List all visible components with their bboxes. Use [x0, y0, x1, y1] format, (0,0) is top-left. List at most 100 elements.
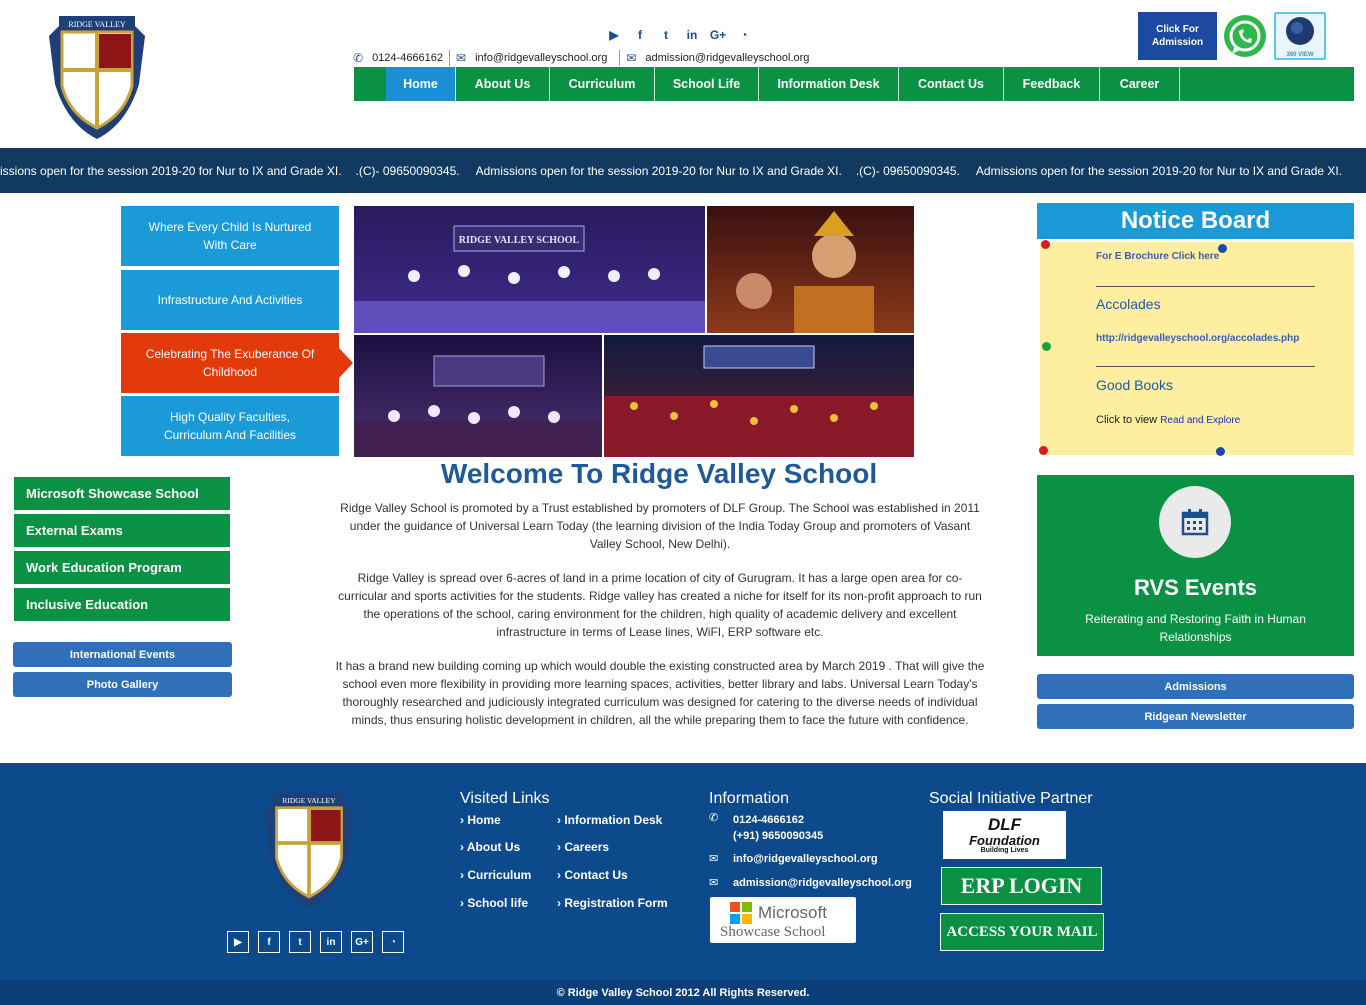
- accolades-link[interactable]: http://ridgevalleyschool.org/accolades.p…: [1096, 333, 1299, 344]
- link-label: Home: [467, 813, 501, 827]
- slider-tab-label: Celebrating The Exuberance Of Childhood: [145, 347, 315, 379]
- linkedin-icon[interactable]: in: [320, 931, 342, 953]
- header-email-info[interactable]: info@ridgevalleyschool.org: [475, 52, 607, 64]
- marquee-text: Admissions open for the session 2019-20 …: [975, 163, 1343, 178]
- footer-phone: 0124-4666162: [733, 814, 804, 826]
- linkedin-icon[interactable]: in: [680, 28, 704, 42]
- slider-tab-faculties[interactable]: High Quality Faculties, Curriculum And F…: [121, 396, 339, 456]
- school-logo[interactable]: RIDGE VALLEY: [47, 14, 147, 141]
- nav-label: Feedback: [1022, 77, 1081, 91]
- link-label: About Us: [466, 840, 521, 854]
- erp-login-label: ERP LOGIN: [960, 873, 1083, 898]
- nav-feedback[interactable]: Feedback: [1004, 67, 1100, 101]
- nav-information-desk[interactable]: Information Desk: [759, 67, 899, 101]
- footer-logo: RIDGE VALLEY: [264, 792, 354, 908]
- international-events-button[interactable]: International Events: [13, 642, 232, 667]
- pin-icon: [1039, 446, 1048, 455]
- footer-link-school-life[interactable]: › School life: [460, 896, 528, 910]
- nav-career[interactable]: Career: [1100, 67, 1180, 101]
- footer-email-admission[interactable]: admission@ridgevalleyschool.org: [733, 877, 912, 889]
- nav-about-us[interactable]: About Us: [456, 67, 550, 101]
- footer-phones: 0124-4666162 (+91) 9650090345: [733, 812, 823, 844]
- header-social-icons: ▶ f t in G+ ◔: [602, 28, 758, 42]
- youtube-icon[interactable]: ▶: [602, 28, 626, 42]
- click-for-admission-button[interactable]: Click For Admission: [1138, 12, 1217, 60]
- 360-view-button[interactable]: 360 VIEW: [1274, 12, 1326, 60]
- photo-gallery-button[interactable]: Photo Gallery: [13, 672, 232, 697]
- nav-contact-us[interactable]: Contact Us: [899, 67, 1004, 101]
- information-heading: Information: [709, 790, 790, 807]
- ridgean-newsletter-button[interactable]: Ridgean Newsletter: [1037, 704, 1354, 729]
- external-exams-link[interactable]: External Exams: [13, 513, 231, 548]
- footer-link-about[interactable]: › About Us: [460, 840, 520, 854]
- 360-view-label: 360 VIEW: [1286, 52, 1314, 58]
- footer-social-icons: ▶ f t in G+ ◔: [227, 931, 404, 953]
- google-plus-icon[interactable]: G+: [351, 931, 373, 953]
- read-explore-link[interactable]: Read and Explore: [1160, 415, 1240, 426]
- active-tab-arrow: [339, 348, 353, 378]
- phone-icon: ✆: [709, 812, 719, 824]
- nav-curriculum[interactable]: Curriculum: [550, 67, 655, 101]
- nav-home[interactable]: Home: [386, 67, 456, 101]
- footer-link-information-desk[interactable]: › Information Desk: [557, 813, 662, 827]
- youtube-icon[interactable]: ▶: [227, 931, 249, 953]
- main-navigation: Home About Us Curriculum School Life Inf…: [354, 67, 1354, 101]
- nav-label: School Life: [672, 77, 741, 91]
- footer: RIDGE VALLEY ▶ f t in G+ ◔ Visited Links…: [0, 763, 1366, 1005]
- ms-badge-line2: Showcase School: [720, 924, 826, 940]
- footer-link-home[interactable]: › Home: [460, 813, 501, 827]
- copyright-bar: © Ridge Valley School 2012 All Rights Re…: [0, 980, 1366, 1005]
- ms-badge-line1: Microsoft: [758, 903, 827, 922]
- twitter-icon[interactable]: t: [289, 931, 311, 953]
- facebook-icon[interactable]: f: [628, 28, 652, 42]
- header-phone: 0124-4666162: [372, 52, 444, 64]
- menu-label: Microsoft Showcase School: [26, 486, 199, 501]
- whatsapp-icon[interactable]: [1222, 12, 1268, 60]
- visited-links-heading: Visited Links: [460, 790, 550, 807]
- facebook-icon[interactable]: f: [258, 931, 280, 953]
- notice-board: For E Brochure Click here Accolades http…: [1039, 240, 1354, 456]
- slider-tab-infrastructure[interactable]: Infrastructure And Activities: [121, 270, 339, 330]
- marquee-text: Admissions open for the session 2019-20 …: [475, 163, 842, 178]
- slider-tab-celebrating[interactable]: Celebrating The Exuberance Of Childhood: [121, 333, 339, 393]
- microsoft-showcase-link[interactable]: Microsoft Showcase School: [13, 476, 231, 511]
- button-label: Photo Gallery: [86, 678, 159, 691]
- pin-icon: [1042, 342, 1051, 351]
- microsoft-showcase-badge[interactable]: Microsoft Showcase School: [710, 897, 856, 943]
- footer-link-contact[interactable]: › Contact Us: [557, 868, 628, 882]
- slider-tab-nurtured[interactable]: Where Every Child Is Nurtured With Care: [121, 206, 339, 266]
- google-plus-icon[interactable]: G+: [706, 28, 730, 42]
- access-mail-button[interactable]: ACCESS YOUR MAIL: [940, 913, 1104, 951]
- marquee-phone: .(C)- 09650090345.: [355, 163, 460, 178]
- dlf-foundation-logo[interactable]: DLF Foundation Building Lives: [943, 811, 1066, 859]
- footer-link-careers[interactable]: › Careers: [557, 840, 609, 854]
- brochure-link[interactable]: For E Brochure Click here: [1096, 251, 1219, 262]
- partner-heading: Social Initiative Partner: [929, 790, 1093, 807]
- rss-icon[interactable]: ◔: [382, 931, 404, 953]
- link-label: Registration Form: [564, 896, 668, 910]
- access-mail-label: ACCESS YOUR MAIL: [946, 923, 1098, 940]
- footer-link-registration[interactable]: › Registration Form: [557, 896, 668, 910]
- email-icon: ✉: [626, 51, 637, 65]
- admissions-button[interactable]: Admissions: [1037, 674, 1354, 699]
- click-to-view-text: Click to view: [1096, 414, 1158, 426]
- erp-login-button[interactable]: ERP LOGIN: [941, 867, 1102, 905]
- welcome-title: Welcome To Ridge Valley School: [440, 458, 878, 489]
- footer-logo-text: RIDGE VALLEY: [282, 796, 336, 805]
- twitter-icon[interactable]: t: [654, 28, 678, 42]
- footer-link-curriculum[interactable]: › Curriculum: [460, 868, 531, 882]
- event-photo-collage[interactable]: RIDGE VALLEY SCHOOL: [354, 206, 914, 457]
- button-label: Admissions: [1164, 680, 1227, 693]
- rvs-events-panel[interactable]: RVS Events Reiterating and Restoring Fai…: [1037, 475, 1354, 656]
- footer-email-info[interactable]: info@ridgevalleyschool.org: [733, 853, 878, 865]
- nav-label: Career: [1119, 77, 1160, 91]
- rss-icon[interactable]: ◔: [732, 28, 756, 42]
- inclusive-education-link[interactable]: Inclusive Education: [13, 587, 231, 622]
- nav-school-life[interactable]: School Life: [655, 67, 759, 101]
- work-education-link[interactable]: Work Education Program: [13, 550, 231, 585]
- header-email-admission[interactable]: admission@ridgevalleyschool.org: [645, 52, 809, 64]
- calendar-icon: [1159, 486, 1231, 558]
- email-icon: ✉: [709, 853, 719, 865]
- click-for-admission-label: Click For Admission: [1151, 24, 1204, 48]
- nav-label: About Us: [474, 77, 531, 91]
